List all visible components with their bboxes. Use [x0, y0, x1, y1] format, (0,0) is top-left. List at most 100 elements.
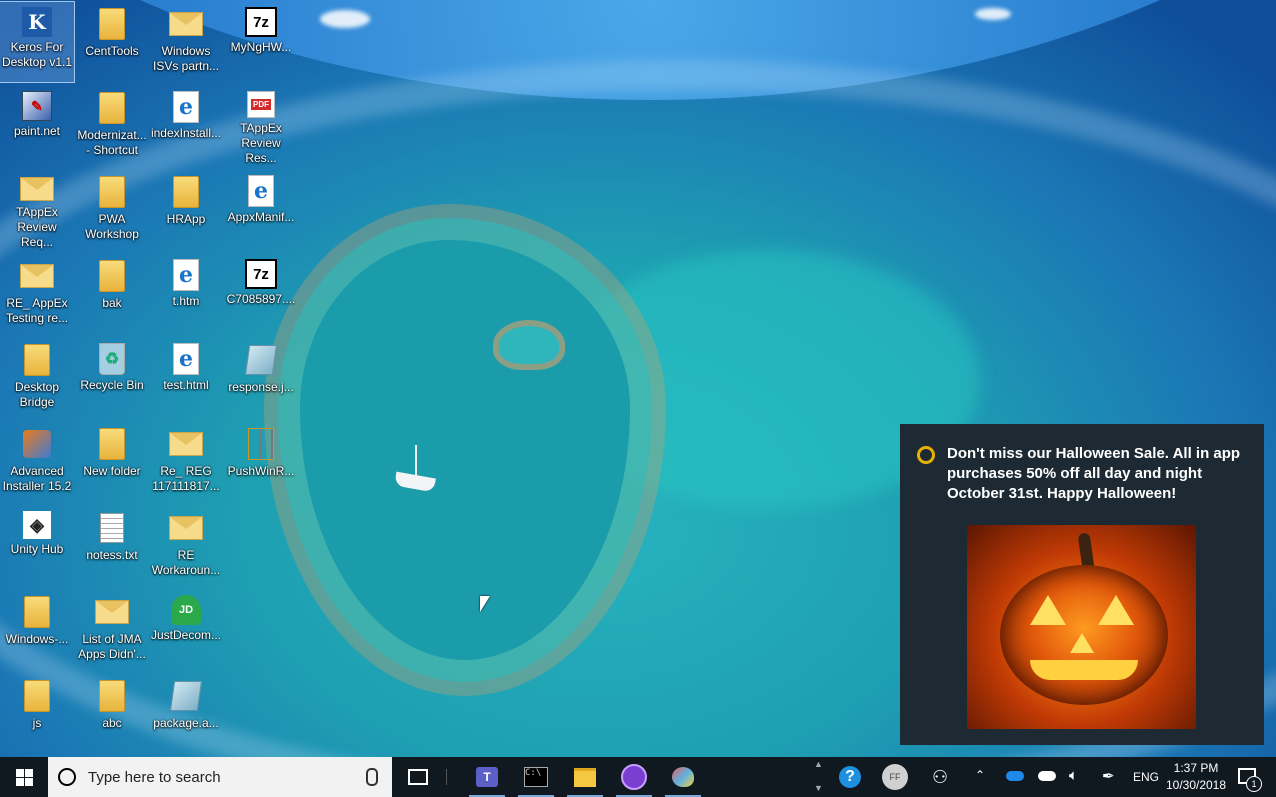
desktop-icon-label: JustDecom...	[150, 628, 222, 642]
desktop-icon-appxmanifest[interactable]: e AppxManif...	[224, 170, 298, 250]
desktop-icon-windows-folder[interactable]: Windows-...	[0, 590, 74, 670]
desktop-icon-advanced-installer[interactable]: Advanced Installer 15.2	[0, 422, 74, 502]
toast-message: Don't miss our Halloween Sale. All in ap…	[947, 445, 1241, 502]
desktop-icon-myngHW[interactable]: 7z MyNgHW...	[224, 2, 298, 82]
toast-notification[interactable]: Don't miss our Halloween Sale. All in ap…	[900, 424, 1264, 745]
desktop-icon-notess-txt[interactable]: notess.txt	[75, 506, 149, 586]
wallpaper-heart-reef	[493, 320, 565, 370]
pumpkin-eye	[1030, 595, 1066, 625]
desktop-icon-test-html[interactable]: e test.html	[149, 338, 223, 418]
desktop-icon-label: AppxManif...	[227, 210, 295, 224]
taskbar-scroll-down-icon[interactable]: ▼	[814, 783, 823, 793]
desktop-icon-js[interactable]: js	[0, 674, 74, 754]
desktop-icon-re-reg[interactable]: Re_ REG 117111817...	[149, 422, 223, 502]
clock-app-icon	[621, 764, 647, 790]
desktop-icon-tappex-review-res[interactable]: PDF TAppEx Review Res...	[224, 86, 298, 166]
7zip-icon: 7z	[245, 259, 277, 289]
onedrive-personal-icon[interactable]	[1038, 771, 1056, 781]
desktop-icon-re-workaround[interactable]: RE Workaroun...	[149, 506, 223, 586]
desktop-icon-indexinstall[interactable]: e indexInstall...	[149, 86, 223, 166]
taskbar-scroll-up-icon[interactable]: ▲	[814, 759, 823, 769]
desktop-icon-desktop-bridge[interactable]: Desktop Bridge	[0, 338, 74, 418]
windows-ink-icon[interactable]: ✒︎	[1102, 767, 1115, 785]
mail-icon	[95, 600, 129, 624]
desktop-icon-bak[interactable]: bak	[75, 254, 149, 334]
microphone-icon[interactable]	[366, 768, 378, 786]
desktop-icon-label: indexInstall...	[150, 126, 222, 140]
desktop-icon-paintnet[interactable]: ✎ paint.net	[0, 86, 74, 166]
input-language-indicator[interactable]: ENG	[1133, 770, 1159, 784]
desktop-icon-modernization-shortcut[interactable]: Modernizat... - Shortcut	[75, 86, 149, 166]
folder-icon	[99, 428, 125, 460]
edge-html-icon: e	[248, 175, 274, 207]
json-file-icon	[169, 681, 203, 711]
desktop-icon-list-of-jma-apps[interactable]: List of JMA Apps Didn'...	[75, 590, 149, 670]
desktop-icon-label: t.htm	[172, 294, 200, 308]
desktop-icon-pwa-workshop[interactable]: PWA Workshop	[75, 170, 149, 250]
start-button[interactable]	[0, 757, 48, 797]
desktop-icon-label: TAppEx Review Res...	[240, 121, 282, 165]
taskbar-search-box[interactable]: Type here to search	[48, 757, 392, 797]
clock-time: 1:37 PM	[1173, 761, 1219, 775]
desktop-icon-label: abc	[102, 716, 122, 730]
edge-html-icon: e	[173, 259, 199, 291]
desktop-icon-package[interactable]: package.a...	[149, 674, 223, 754]
recycle-bin-icon: ♻	[99, 343, 125, 375]
desktop-icon-justdecompile[interactable]: JD JustDecom...	[149, 590, 223, 670]
desktop-icon-unity-hub[interactable]: ◈ Unity Hub	[0, 506, 74, 586]
taskbar-app-paint[interactable]	[659, 757, 707, 797]
taskbar-app-file-explorer[interactable]	[561, 757, 609, 797]
action-center-button[interactable]: 1	[1236, 766, 1262, 792]
folder-icon	[173, 176, 199, 208]
json-file-icon	[244, 345, 278, 375]
wallpaper-cloud	[320, 10, 370, 28]
file-explorer-icon	[574, 767, 596, 787]
show-hidden-icons-chevron-icon[interactable]: ⌃	[975, 768, 985, 782]
desktop-icon-re-appex-testing[interactable]: RE_ AppEx Testing re...	[0, 254, 74, 334]
desktop-icon-new-folder[interactable]: New folder	[75, 422, 149, 502]
taskbar-separator	[446, 769, 447, 785]
taskbar-app-teams[interactable]: T	[463, 757, 511, 797]
folder-icon	[99, 176, 125, 208]
desktop-icon-centtools[interactable]: CentTools	[75, 2, 149, 82]
pumpkin-body	[1000, 565, 1168, 705]
volume-icon[interactable]: 🔈︎	[1069, 767, 1078, 784]
desktop-icon-label: RE Workaroun...	[151, 548, 221, 577]
folder-icon	[24, 344, 50, 376]
desktop-wallpaper[interactable]: K Keros For Desktop v1.1 ✎ paint.net TAp…	[0, 0, 1276, 757]
desktop-icon-label: bak	[102, 296, 122, 310]
system-clock[interactable]: 1:37 PM 10/30/2018	[1164, 760, 1228, 794]
mail-icon	[169, 432, 203, 456]
desktop-icon-label: package.a...	[153, 716, 219, 730]
desktop-icon-label: Modernizat... - Shortcut	[77, 128, 147, 157]
desktop-icon-label: MyNgHW...	[230, 40, 292, 54]
cortana-circle-icon	[58, 768, 76, 786]
folder-icon	[24, 596, 50, 628]
desktop-icon-label: js	[32, 716, 42, 730]
desktop-icon-keros[interactable]: K Keros For Desktop v1.1	[0, 1, 75, 83]
desktop-icon-pushwinr[interactable]: PushWinR...	[224, 422, 298, 502]
desktop-icon-c7085897[interactable]: 7z C7085897....	[224, 254, 298, 334]
task-view-button[interactable]	[404, 757, 432, 797]
desktop-icon-hrapp[interactable]: HRApp	[149, 170, 223, 250]
avatar[interactable]: FF	[882, 764, 908, 790]
pumpkin-mouth	[1030, 660, 1138, 680]
desktop-icon-label: Advanced Installer 15.2	[2, 464, 72, 493]
desktop-icon-label: Desktop Bridge	[14, 380, 60, 409]
people-icon[interactable]: ⚇	[932, 767, 948, 788]
desktop-icon-t-htm[interactable]: e t.htm	[149, 254, 223, 334]
help-icon[interactable]: ?	[839, 766, 861, 788]
taskbar-app-clock[interactable]	[610, 757, 658, 797]
desktop-icon-windows-isvs[interactable]: Windows ISVs partn...	[149, 2, 223, 82]
desktop-icon-recycle-bin[interactable]: ♻ Recycle Bin	[75, 338, 149, 418]
desktop-icon-label: New folder	[83, 464, 141, 478]
desktop-icon-abc[interactable]: abc	[75, 674, 149, 754]
taskbar-app-command-prompt[interactable]: C:\	[512, 757, 560, 797]
desktop-icon-label: Windows-...	[5, 632, 69, 646]
onedrive-business-icon[interactable]	[1006, 771, 1024, 781]
desktop-icon-label: PWA Workshop	[85, 212, 139, 241]
desktop-icon-tappex-review-req[interactable]: TAppEx Review Req...	[0, 170, 74, 250]
desktop-icon-label: response.j...	[228, 380, 294, 394]
desktop-icon-label: PushWinR...	[227, 464, 295, 478]
desktop-icon-response-json[interactable]: response.j...	[224, 338, 298, 418]
